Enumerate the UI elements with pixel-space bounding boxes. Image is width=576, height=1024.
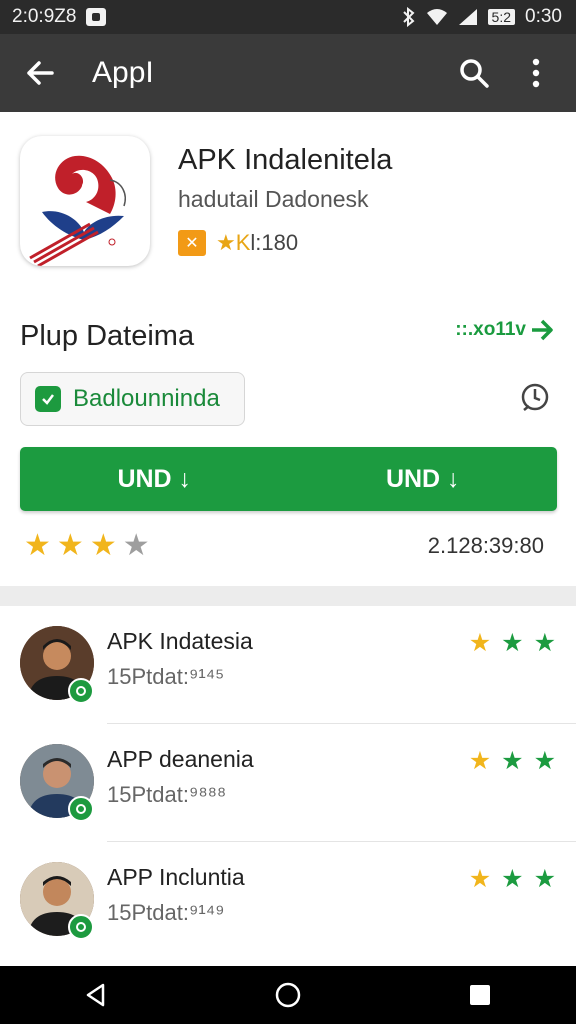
- meta-value: l:180: [250, 230, 299, 255]
- signal-icon: [458, 9, 477, 25]
- list-item[interactable]: APK Indatesia 15Ptdat:⁹¹⁴⁵ ★ ★ ★: [0, 606, 576, 724]
- rating-row: ★ ★ ★ ★ 2.128:39:80: [24, 528, 544, 564]
- review-name: APK Indatesia: [107, 628, 253, 654]
- status-bar: 2:0:9Z8 5:2 0:30: [0, 0, 576, 34]
- star-icon: ★: [24, 529, 51, 562]
- review-name: APP deanenia: [107, 746, 254, 772]
- star-icon: ★: [533, 865, 556, 893]
- nav-recents-button[interactable]: [456, 971, 504, 1019]
- list-item[interactable]: APP deanenia 15Ptdat:⁹⁸⁸⁸ ★ ★ ★: [0, 724, 576, 842]
- arrow-forward-icon: [532, 319, 553, 341]
- verified-badge-icon: [68, 914, 94, 940]
- wifi-icon: [426, 9, 447, 25]
- review-meta: 15Ptdat:⁹¹⁴⁹: [107, 900, 225, 925]
- app-title: APK Indalenitela: [178, 144, 393, 176]
- more-link[interactable]: ::.xo11v: [455, 318, 554, 342]
- verified-badge-icon: [68, 678, 94, 704]
- arrow-back-icon: [27, 61, 54, 85]
- review-meta: 15Ptdat:⁹¹⁴⁵: [107, 664, 225, 689]
- notification-icon: [86, 8, 107, 26]
- nav-back-button[interactable]: [72, 971, 120, 1019]
- search-button[interactable]: [452, 51, 496, 95]
- rating-stars: ★ ★ ★ ★: [24, 531, 150, 561]
- check-icon: [35, 386, 61, 412]
- star-icon: ★: [533, 747, 556, 775]
- search-icon: [460, 59, 489, 88]
- share-button[interactable]: [514, 378, 556, 420]
- app-developer: hadutail Dadonesk: [178, 186, 369, 212]
- star-empty-icon: ★: [122, 529, 150, 562]
- star-icon: ★: [501, 865, 524, 893]
- review-stars: ★ ★ ★: [469, 628, 556, 658]
- verified-badge-icon: [68, 796, 94, 822]
- star-icon: ★: [501, 629, 524, 657]
- app-meta-text: ★Kl:180: [216, 230, 298, 256]
- more-options-button[interactable]: [514, 51, 558, 95]
- app-meta: ✕ ★Kl:180: [178, 230, 298, 256]
- more-vert-icon: [532, 58, 540, 88]
- install-left-label: UND ↓: [117, 464, 192, 493]
- star-icon: ★: [56, 529, 84, 562]
- section-title: Plup Dateima: [20, 320, 195, 352]
- star-icon: ★: [89, 529, 117, 562]
- review-stars: ★ ★ ★: [469, 864, 556, 894]
- install-button[interactable]: UND ↓ UND ↓: [20, 447, 557, 511]
- section-divider: [0, 586, 576, 606]
- star-icon: ★: [468, 865, 492, 893]
- status-time-right: 0:30: [525, 6, 562, 27]
- meta-stars: ★K: [216, 230, 251, 255]
- back-button[interactable]: [18, 51, 62, 95]
- system-nav-bar: [0, 966, 576, 1024]
- more-link-label: ::.xo11v: [455, 319, 526, 340]
- nav-back-icon: [86, 983, 105, 1007]
- review-stars: ★ ★ ★: [469, 746, 556, 776]
- app-header: APK Indalenitela hadutail Dadonesk ✕ ★Kl…: [0, 112, 576, 292]
- app-bar-title: AppI: [92, 56, 154, 89]
- review-meta: 15Ptdat:⁹⁸⁸⁸: [107, 782, 227, 807]
- chip-label: Badlounninda: [73, 385, 220, 412]
- bluetooth-icon: [402, 7, 415, 27]
- share-icon: [521, 383, 549, 411]
- star-icon: ★: [468, 629, 492, 657]
- content-rating-badge: ✕: [178, 230, 206, 256]
- app-logo-icon: [29, 155, 126, 266]
- app-icon: [20, 136, 150, 266]
- rating-count: 2.128:39:80: [427, 533, 544, 558]
- battery-indicator: 5:2: [487, 9, 516, 25]
- review-name: APP Incluntia: [107, 864, 245, 890]
- category-chip[interactable]: Badlounninda: [20, 372, 245, 426]
- list-item[interactable]: APP Incluntia 15Ptdat:⁹¹⁴⁹ ★ ★ ★: [0, 842, 576, 960]
- app-bar: AppI: [0, 34, 576, 112]
- star-icon: ★: [501, 747, 524, 775]
- status-time-left: 2:0:9Z8: [12, 6, 77, 27]
- star-icon: ★: [468, 747, 492, 775]
- nav-recents-icon: [470, 985, 490, 1005]
- install-right-label: UND ↓: [385, 464, 460, 493]
- nav-home-button[interactable]: [264, 971, 312, 1019]
- star-icon: ★: [533, 629, 556, 657]
- nav-home-icon: [275, 982, 301, 1008]
